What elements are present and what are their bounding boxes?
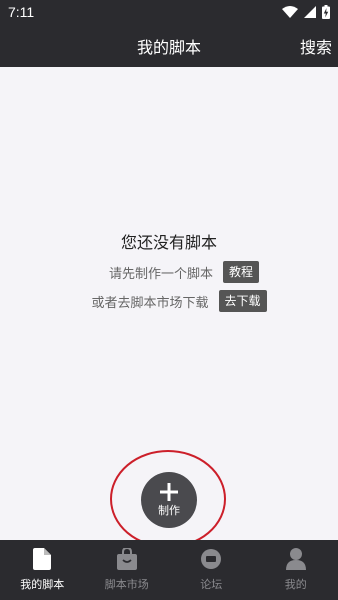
nav-item-forum[interactable]: 论坛 <box>169 540 254 600</box>
search-button[interactable]: 搜索 <box>300 24 332 67</box>
battery-charging-icon <box>322 5 330 19</box>
page-title: 我的脚本 <box>136 37 201 57</box>
create-hint-row: 请先制作一个脚本 教程 <box>0 261 338 283</box>
nav-label-script-market: 脚本市场 <box>104 578 149 591</box>
nav-label-me: 我的 <box>284 578 307 591</box>
create-hint-text: 请先制作一个脚本 <box>108 266 213 282</box>
nav-item-me[interactable]: 我的 <box>254 540 338 600</box>
nav-label-forum: 论坛 <box>200 578 223 591</box>
nav-item-script-market[interactable]: 脚本市场 <box>85 540 170 600</box>
wifi-icon <box>282 6 298 18</box>
forum-icon <box>201 549 222 569</box>
status-icons <box>282 5 330 19</box>
nav-label-my-scripts: 我的脚本 <box>20 578 65 591</box>
signal-icon <box>304 6 316 18</box>
plus-icon <box>160 482 178 501</box>
download-hint-text: 或者去脚本市场下载 <box>91 295 209 311</box>
status-bar: 7:11 <box>0 0 338 24</box>
shopping-bag-icon <box>116 548 137 570</box>
file-icon <box>33 548 52 570</box>
app-bar: 我的脚本 搜索 <box>0 24 338 67</box>
tutorial-button[interactable]: 教程 <box>223 261 260 283</box>
download-button[interactable]: 去下载 <box>218 290 267 312</box>
status-time: 7:11 <box>8 4 35 20</box>
nav-item-my-scripts[interactable]: 我的脚本 <box>0 540 85 600</box>
bottom-nav: 我的脚本 脚本市场 论坛 我的 <box>0 540 338 600</box>
empty-state-title: 您还没有脚本 <box>120 233 217 252</box>
create-script-button[interactable]: 制作 <box>141 472 197 528</box>
person-icon <box>285 548 306 570</box>
download-hint-row: 或者去脚本市场下载 去下载 <box>0 290 338 312</box>
create-script-label: 制作 <box>158 503 180 517</box>
